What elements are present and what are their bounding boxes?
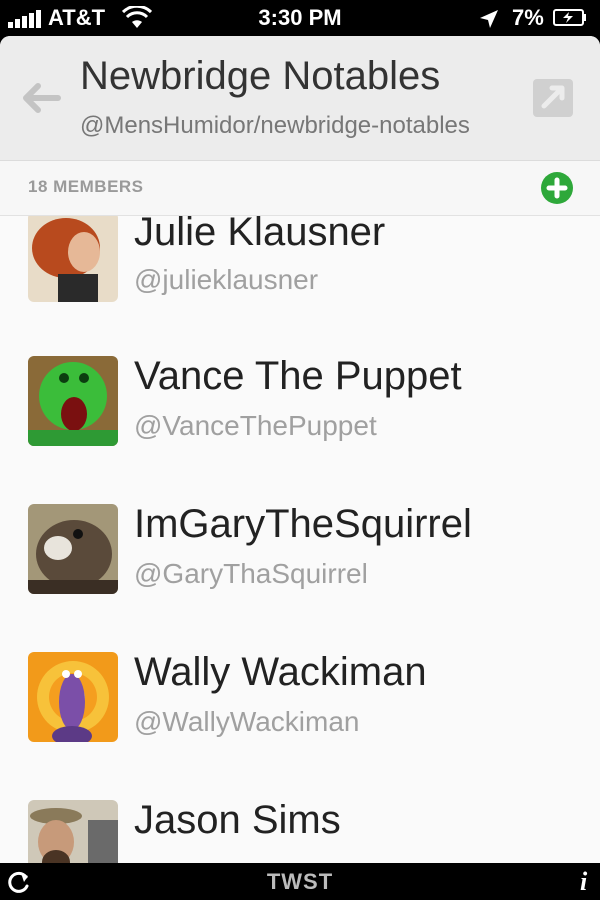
avatar: [28, 216, 118, 302]
list-item[interactable]: Wally Wackiman @WallyWackiman: [0, 622, 600, 771]
list-item[interactable]: Jason Sims: [0, 770, 600, 863]
list-path: @MensHumidor/newbridge-notables: [80, 112, 470, 139]
members-bar: 18 MEMBERS: [0, 161, 600, 216]
status-bar: AT&T 3:30 PM 7%: [0, 0, 600, 36]
avatar: [28, 652, 118, 742]
list-item[interactable]: ImGaryTheSquirrel @GaryThaSquirrel: [0, 474, 600, 623]
avatar: [28, 800, 118, 863]
location-arrow-icon: [480, 10, 498, 28]
avatar: [28, 504, 118, 594]
member-name: ImGaryTheSquirrel: [134, 502, 472, 546]
member-handle: @VanceThePuppet: [134, 410, 377, 441]
list-header: Newbridge Notables @MensHumidor/newbridg…: [0, 36, 600, 161]
member-handle: @GaryThaSquirrel: [134, 558, 368, 589]
member-name: Julie Klausner: [134, 216, 386, 254]
list-item[interactable]: Vance The Puppet @VanceThePuppet: [0, 326, 600, 475]
clock-time: 3:30 PM: [258, 5, 342, 30]
members-count: 18 MEMBERS: [28, 177, 144, 196]
member-name: Vance The Puppet: [134, 354, 462, 398]
external-share-icon[interactable]: [530, 76, 576, 120]
members-list: Julie Klausner @julieklausner Vance The …: [0, 216, 600, 863]
page-title: Newbridge Notables: [80, 54, 441, 98]
member-handle: @julieklausner: [134, 264, 319, 295]
battery-percent: 7%: [512, 5, 544, 30]
app-window: Newbridge Notables @MensHumidor/newbridg…: [0, 36, 600, 863]
member-name: Jason Sims: [134, 798, 341, 842]
list-item[interactable]: Julie Klausner @julieklausner: [0, 216, 600, 327]
back-arrow-icon[interactable]: [18, 78, 62, 118]
member-name: Wally Wackiman: [134, 650, 427, 694]
battery-charging-icon: [553, 9, 586, 26]
info-icon[interactable]: i: [580, 867, 587, 897]
bottom-toolbar: TWST i: [0, 863, 600, 900]
app-name: TWST: [266, 869, 334, 894]
add-circle-icon[interactable]: [540, 171, 574, 205]
member-handle: @WallyWackiman: [134, 706, 360, 737]
avatar: [28, 356, 118, 446]
